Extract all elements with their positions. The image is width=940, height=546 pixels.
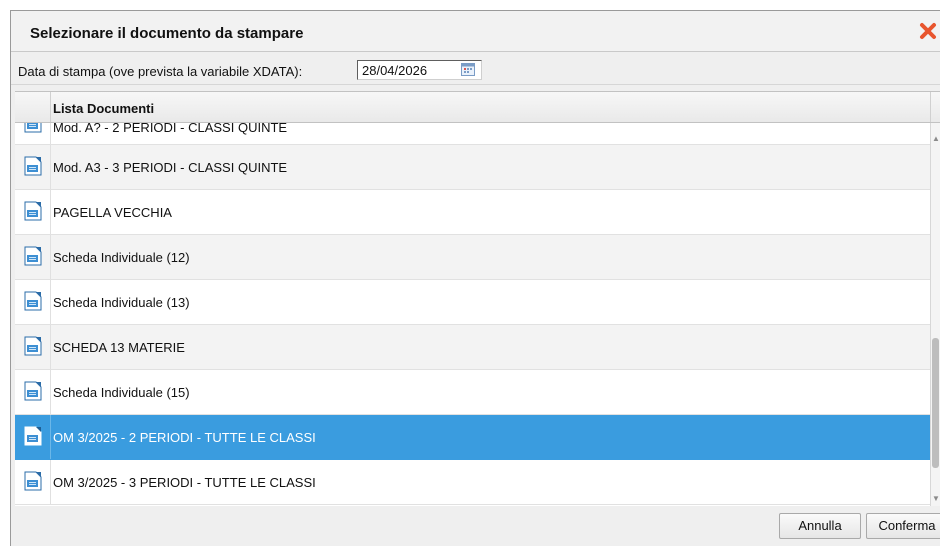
- document-icon: [24, 156, 42, 176]
- scroll-down-arrow-icon[interactable]: ▼: [932, 495, 940, 503]
- icon-column-header: [15, 92, 51, 122]
- header-scroll-cap: [930, 92, 940, 122]
- list-item-label: Mod. A3 - 3 PERIODI - CLASSI QUINTE: [53, 160, 288, 175]
- print-document-dialog: Selezionare il documento da stampare Dat…: [10, 10, 940, 546]
- list-scrollbar[interactable]: ▲ ▼: [930, 123, 940, 507]
- dialog-footer: Annulla Conferma: [11, 506, 940, 546]
- list-item-label: OM 3/2025 - 3 PERIODI - TUTTE LE CLASSI: [53, 475, 316, 490]
- document-icon: [24, 336, 42, 356]
- list-header-label: Lista Documenti: [53, 101, 155, 116]
- list-item-label: SCHEDA 13 MATERIE: [53, 340, 185, 355]
- dialog-titlebar: Selezionare il documento da stampare: [11, 11, 940, 52]
- list-item-label: PAGELLA VECCHIA: [53, 205, 172, 220]
- list-item-selected[interactable]: OM 3/2025 - 2 PERIODI - TUTTE LE CLASSI: [15, 415, 931, 460]
- list-item-label: OM 3/2025 - 2 PERIODI - TUTTE LE CLASSI: [53, 430, 316, 445]
- calendar-icon[interactable]: [461, 63, 475, 79]
- list-item[interactable]: Mod. A? - 2 PERIODI - CLASSI QUINTE: [15, 123, 931, 145]
- document-icon: [24, 426, 42, 446]
- document-icon: [24, 381, 42, 401]
- print-date-input[interactable]: 28/04/2026: [357, 60, 482, 80]
- close-icon[interactable]: [918, 21, 938, 41]
- document-list-grid: Lista Documenti Mod. A? - 2 PERIODI - CL…: [15, 91, 940, 507]
- document-icon: [24, 123, 42, 133]
- document-icon: [24, 201, 42, 221]
- list-item[interactable]: OM 3/2025 - 3 PERIODI - TUTTE LE CLASSI: [15, 460, 931, 505]
- print-date-label: Data di stampa (ove prevista la variabil…: [18, 64, 303, 79]
- document-icon: [24, 471, 42, 491]
- document-icon: [24, 246, 42, 266]
- list-item-label: Scheda Individuale (12): [53, 250, 190, 265]
- print-date-value: 28/04/2026: [362, 63, 428, 78]
- list-item[interactable]: SCHEDA 13 MATERIE: [15, 325, 931, 370]
- list-item[interactable]: Mod. A3 - 3 PERIODI - CLASSI QUINTE: [15, 145, 931, 190]
- document-rows: Mod. A? - 2 PERIODI - CLASSI QUINTE Mod.…: [15, 123, 931, 507]
- list-item[interactable]: PAGELLA VECCHIA: [15, 190, 931, 235]
- scrollbar-thumb[interactable]: [932, 338, 939, 468]
- grid-header: Lista Documenti: [15, 92, 940, 123]
- confirm-button[interactable]: Conferma: [866, 513, 940, 539]
- list-item-label: Scheda Individuale (15): [53, 385, 190, 400]
- print-date-bar: Data di stampa (ove prevista la variabil…: [11, 58, 940, 85]
- document-icon: [24, 291, 42, 311]
- list-item-label: Mod. A? - 2 PERIODI - CLASSI QUINTE: [53, 123, 288, 135]
- list-item[interactable]: Scheda Individuale (13): [15, 280, 931, 325]
- cancel-button[interactable]: Annulla: [779, 513, 861, 539]
- dialog-title: Selezionare il documento da stampare: [30, 25, 304, 42]
- list-item-label: Scheda Individuale (13): [53, 295, 190, 310]
- scroll-up-arrow-icon[interactable]: ▲: [932, 135, 940, 143]
- list-item[interactable]: Scheda Individuale (15): [15, 370, 931, 415]
- list-item[interactable]: Scheda Individuale (12): [15, 235, 931, 280]
